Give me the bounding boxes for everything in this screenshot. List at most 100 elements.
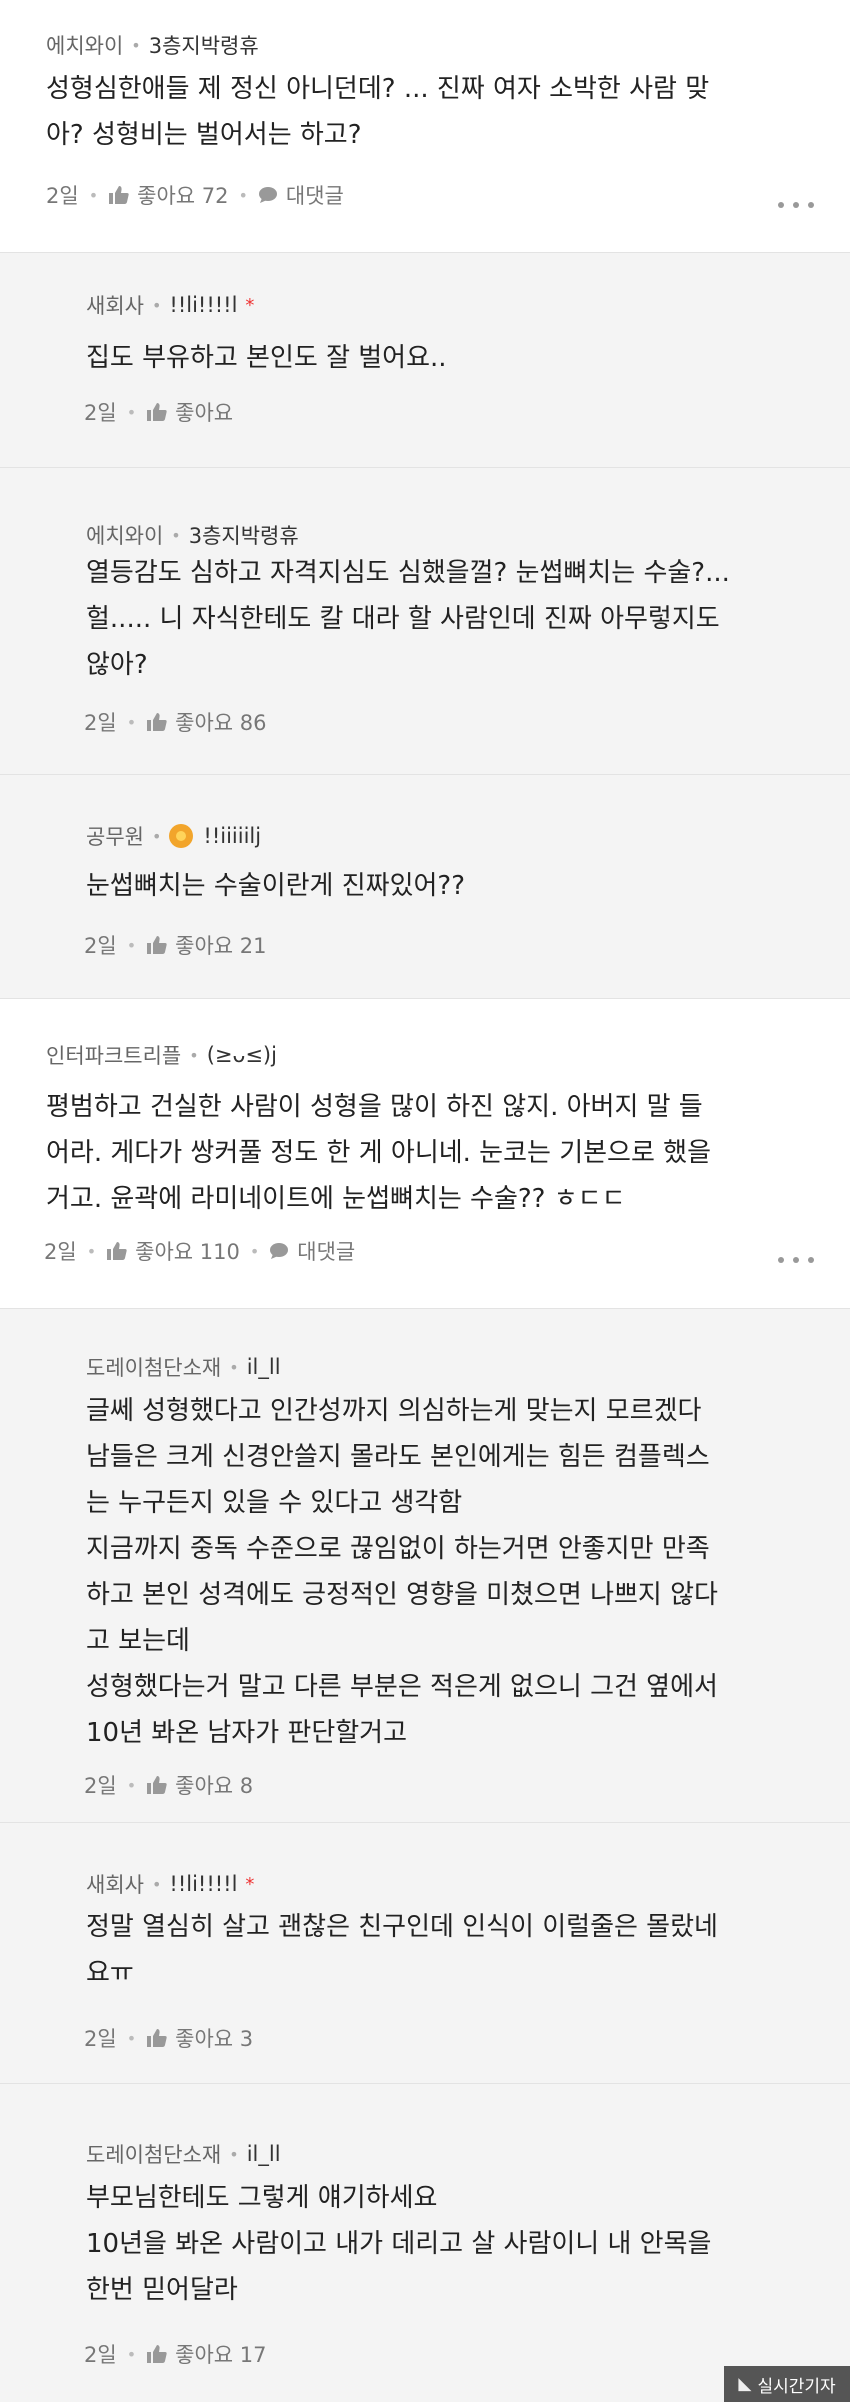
comment-time: 2일 xyxy=(84,2027,117,2051)
comment-actions: 2일 • 좋아요 8 xyxy=(84,1770,253,1800)
separator-dot: • xyxy=(151,826,162,846)
author-grade: il_ll xyxy=(246,1355,281,1379)
author-grade: !!iiiiilj xyxy=(203,824,262,848)
separator-dot: • xyxy=(151,295,162,315)
thumbs-up-icon[interactable] xyxy=(106,1241,128,1261)
separator-dot: • xyxy=(86,1241,97,1261)
author-grade: !!li!!!!l xyxy=(169,1872,238,1896)
separator-dot: • xyxy=(88,185,99,205)
like-count[interactable]: 좋아요 21 xyxy=(175,930,266,960)
comment-actions: 2일 • 좋아요 17 xyxy=(84,2339,266,2369)
comment-actions: 2일 • 좋아요 xyxy=(84,397,233,427)
thumbs-up-icon[interactable] xyxy=(146,2344,168,2364)
comment-meta: 새회사 • !!li!!!!l * xyxy=(86,1869,254,1899)
like-count[interactable]: 좋아요 72 xyxy=(137,180,228,210)
comment-time: 2일 xyxy=(84,1774,117,1798)
separator-dot: • xyxy=(126,1775,137,1795)
comment-meta: 도레이첨단소재 • il_ll xyxy=(86,2139,281,2169)
comment-actions: 2일 • 좋아요 3 xyxy=(84,2023,253,2053)
comment-time: 2일 xyxy=(84,2343,117,2367)
comment-text: 부모님한테도 그렇게 얘기하세요 10년을 봐온 사람이고 내가 데리고 살 사… xyxy=(86,2183,712,2305)
like-count[interactable]: 좋아요 17 xyxy=(175,2339,266,2369)
author-grade: !!li!!!!l xyxy=(169,293,238,317)
reply-button[interactable]: 대댓글 xyxy=(297,1236,355,1266)
comment-time: 2일 xyxy=(46,184,79,208)
comment-item: 에치와이 • 3층지박령휴 성형심한애들 제 정신 아니던데? ... 진짜 여… xyxy=(0,0,850,252)
comment-meta: 에치와이 • 3층지박령휴 xyxy=(86,520,299,550)
separator-dot: • xyxy=(126,2028,137,2048)
comment-time: 2일 xyxy=(84,934,117,958)
reply-item: 에치와이 • 3층지박령휴 열등감도 심하고 자격지심도 심했을껄? 눈썹뼈치는… xyxy=(0,468,850,774)
reply-button[interactable]: 대댓글 xyxy=(286,180,344,210)
comment-text: 눈썹뼈치는 수술이란게 진짜있어?? xyxy=(86,871,466,901)
reply-item: 공무원 • !!iiiiilj 눈썹뼈치는 수술이란게 진짜있어?? 2일 • … xyxy=(0,775,850,998)
separator-dot: • xyxy=(131,35,141,55)
author-name[interactable]: 에치와이 xyxy=(86,520,163,550)
thumbs-up-icon[interactable] xyxy=(146,935,168,955)
comment-meta: 인터파크트리플 • (≥ᴗ≤)j xyxy=(46,1040,277,1070)
separator-dot: • xyxy=(126,402,137,422)
comment-time: 2일 xyxy=(84,711,117,735)
separator-dot: • xyxy=(126,2344,137,2364)
comment-text: 정말 열심히 살고 괜찮은 친구인데 인식이 이럴줄은 몰랐네 요ㅠ xyxy=(86,1912,718,1988)
level-badge-icon xyxy=(169,824,194,848)
speech-bubble-icon[interactable] xyxy=(269,1242,289,1260)
like-count[interactable]: 좋아요 8 xyxy=(175,1770,253,1800)
author-name[interactable]: 인터파크트리플 xyxy=(46,1040,181,1070)
author-name[interactable]: 새회사 xyxy=(86,290,144,320)
thumbs-up-icon[interactable] xyxy=(146,2028,168,2048)
thumbs-up-icon[interactable] xyxy=(146,402,168,422)
comment-text: 글쎄 성형했다고 인간성까지 의심하는게 맞는지 모르겠다 남들은 크게 신경안… xyxy=(86,1396,718,1748)
reply-item: 새회사 • !!li!!!!l * 집도 부유하고 본인도 잘 벌어요.. 2일… xyxy=(0,253,850,467)
reply-item: 도레이첨단소재 • il_ll 글쎄 성형했다고 인간성까지 의심하는게 맞는지… xyxy=(0,1309,850,1822)
thumbs-up-icon[interactable] xyxy=(108,185,130,205)
comment-text: 성형심한애들 제 정신 아니던데? ... 진짜 여자 소박한 사람 맞 아? … xyxy=(46,74,710,150)
separator-dot: • xyxy=(151,1874,162,1894)
speech-bubble-icon[interactable] xyxy=(258,186,278,204)
watermark: ◣ 실시간기자 xyxy=(724,2366,850,2402)
watermark-logo-icon: ◣ xyxy=(738,2374,752,2394)
comment-text: 열등감도 심하고 자격지심도 심했을껄? 눈썹뼈치는 수술?... 헐.....… xyxy=(86,558,730,680)
thumbs-up-icon[interactable] xyxy=(146,712,168,732)
separator-dot: • xyxy=(229,2144,239,2164)
comment-actions: 2일 • 좋아요 21 xyxy=(84,930,266,960)
comment-text: 평범하고 건실한 사람이 성형을 많이 하진 않지. 아버지 말 들 어라. 게… xyxy=(46,1092,711,1214)
separator-dot: • xyxy=(126,712,137,732)
comment-time: 2일 xyxy=(44,1240,77,1264)
comment-meta: 새회사 • !!li!!!!l * xyxy=(86,290,254,320)
separator-dot: • xyxy=(238,185,248,205)
like-count[interactable]: 좋아요 86 xyxy=(175,707,266,737)
reply-item: 도레이첨단소재 • il_ll 부모님한테도 그렇게 얘기하세요 10년을 봐온… xyxy=(0,2084,850,2402)
author-name[interactable]: 새회사 xyxy=(86,1869,144,1899)
author-grade: il_ll xyxy=(246,2142,281,2166)
comment-meta: 에치와이 • 3층지박령휴 xyxy=(46,30,259,60)
author-grade: (≥ᴗ≤)j xyxy=(206,1043,277,1067)
comment-meta: 공무원 • !!iiiiilj xyxy=(86,821,261,851)
comment-meta: 도레이첨단소재 • il_ll xyxy=(86,1352,281,1382)
comment-actions: 2일 • 좋아요 110 • 대댓글 xyxy=(44,1236,355,1266)
like-count[interactable]: 좋아요 110 xyxy=(135,1236,240,1266)
author-name[interactable]: 도레이첨단소재 xyxy=(86,1352,221,1382)
separator-dot: • xyxy=(189,1045,199,1065)
comment-actions: 2일 • 좋아요 86 xyxy=(84,707,266,737)
like-count[interactable]: 좋아요 xyxy=(175,397,233,427)
comment-item: 인터파크트리플 • (≥ᴗ≤)j 평범하고 건실한 사람이 성형을 많이 하진 … xyxy=(0,999,850,1308)
separator-dot: • xyxy=(171,525,181,545)
author-name[interactable]: 도레이첨단소재 xyxy=(86,2139,221,2169)
separator-dot: • xyxy=(126,935,137,955)
separator-dot: • xyxy=(249,1241,260,1261)
comment-time: 2일 xyxy=(84,401,117,425)
watermark-text: 실시간기자 xyxy=(757,2376,836,2397)
star-mark: * xyxy=(245,294,255,316)
author-name[interactable]: 공무원 xyxy=(86,821,144,851)
more-options-icon[interactable] xyxy=(778,1255,814,1265)
author-name[interactable]: 에치와이 xyxy=(46,30,123,60)
author-grade: 3층지박령휴 xyxy=(148,34,259,58)
separator-dot: • xyxy=(229,1357,239,1377)
like-count[interactable]: 좋아요 3 xyxy=(175,2023,253,2053)
more-options-icon[interactable] xyxy=(778,200,814,210)
star-mark: * xyxy=(245,1873,255,1895)
comment-actions: 2일 • 좋아요 72 • 대댓글 xyxy=(46,180,344,210)
thumbs-up-icon[interactable] xyxy=(146,1775,168,1795)
author-grade: 3층지박령휴 xyxy=(188,524,299,548)
